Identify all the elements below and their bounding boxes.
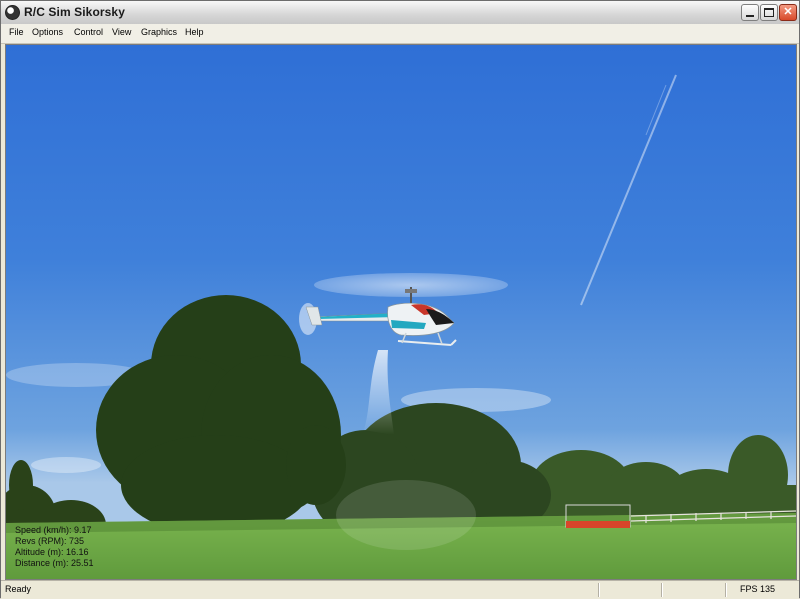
smoke-trail [364, 350, 394, 435]
status-divider [725, 583, 726, 597]
contrail [580, 74, 677, 306]
maximize-button[interactable] [760, 4, 778, 21]
menu-view[interactable]: View [110, 27, 133, 37]
close-icon: ✕ [783, 6, 793, 18]
title-bar[interactable]: R/C Sim Sikorsky ✕ [1, 1, 799, 25]
helicopter [299, 273, 508, 346]
minimize-button[interactable] [741, 4, 759, 21]
hud-speed: Speed (km/h): 9.17 [15, 525, 92, 535]
simulation-viewport[interactable]: Speed (km/h): 9.17 Revs (RPM): 735 Altit… [5, 44, 797, 580]
hud-revs: Revs (RPM): 735 [15, 536, 85, 546]
window-title: R/C Sim Sikorsky [24, 5, 125, 19]
status-bar: Ready FPS 135 [1, 580, 799, 599]
landing-skid [397, 340, 452, 346]
contrail-faint [645, 84, 667, 136]
fps-counter: FPS 135 [740, 584, 776, 594]
status-divider [598, 583, 599, 597]
close-button[interactable]: ✕ [779, 4, 797, 21]
menu-options[interactable]: Options [30, 27, 65, 37]
status-text: Ready [5, 584, 32, 594]
menu-graphics[interactable]: Graphics [139, 27, 179, 37]
minimize-icon [746, 15, 754, 17]
flight-scene [6, 74, 796, 579]
maximize-icon [764, 8, 774, 17]
cloud [31, 457, 101, 473]
menu-file[interactable]: File [7, 27, 26, 37]
hud-altitude: Altitude (m): 16.16 [15, 547, 89, 557]
menu-bar: File Options Control View Graphics Help [1, 24, 799, 44]
menu-control[interactable]: Control [72, 27, 105, 37]
app-window: R/C Sim Sikorsky ✕ File Options Control … [0, 0, 800, 599]
menu-help[interactable]: Help [183, 27, 206, 37]
hud-distance: Distance (m): 25.51 [15, 558, 94, 568]
flight-telemetry: Speed (km/h): 9.17 Revs (RPM): 735 Altit… [15, 525, 94, 569]
smoke-haze [336, 480, 476, 550]
app-icon[interactable] [5, 5, 20, 20]
status-divider [661, 583, 662, 597]
